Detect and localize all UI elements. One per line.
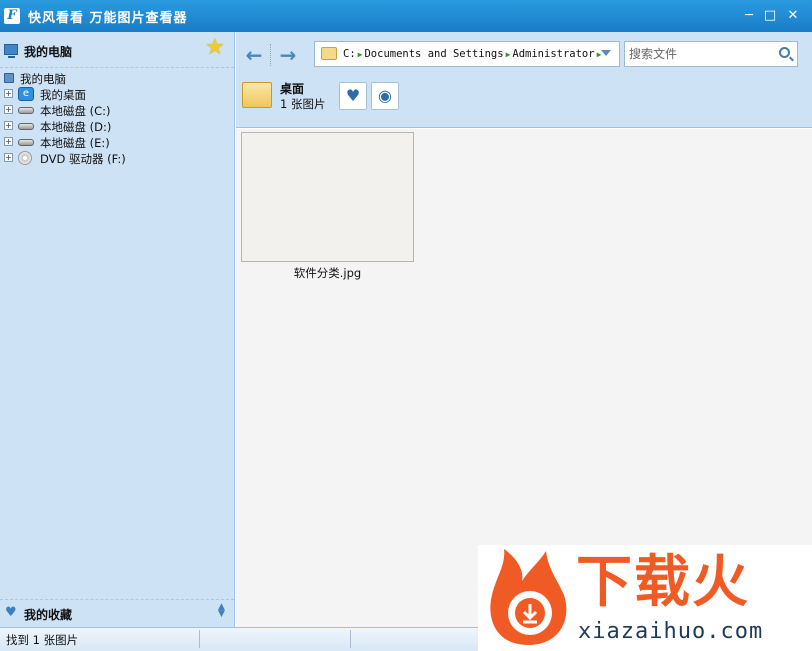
sidebar-header: 我的电脑 ★ [0,32,234,68]
flame-logo-icon [490,549,567,645]
heart-icon: ♥ [345,86,361,105]
status-divider [199,630,200,648]
view-button[interactable]: ◉ [371,82,399,110]
tree-item-label: 本地磁盘 (E:) [40,136,110,150]
breadcrumb-item[interactable]: C: [343,48,356,60]
forward-button[interactable]: → [276,44,300,66]
search-box [624,41,798,67]
computer-icon [4,73,14,83]
add-favorite-button[interactable]: ♥ [339,82,367,110]
breadcrumb-arrow-icon[interactable]: ▶ [506,50,511,59]
watermark: 下载火 xiazaihuo.com [478,545,812,651]
expand-icon[interactable]: + [4,137,13,146]
disk-icon [18,123,34,130]
path-dropdown-icon[interactable] [601,50,611,56]
nav-divider [270,44,271,66]
breadcrumb-item[interactable]: Documents and Settings [364,48,503,60]
current-folder-icon [242,82,272,108]
expand-icon[interactable]: + [4,89,13,98]
toolbar: ← → C: ▶ Documents and Settings ▶ Administra… [236,32,812,128]
title-bar: F 快风看看 万能图片查看器 ─ □ ✕ [0,0,812,32]
desktop-icon: e [18,87,34,101]
star-icon[interactable]: ★ [205,36,225,60]
eye-icon: ◉ [378,86,392,105]
tree-item-label: 我的电脑 [20,72,66,86]
watermark-brand: 下载火 [576,550,750,615]
expand-icon[interactable]: + [4,105,13,114]
thumbnail-filename[interactable]: 软件分类.jpg [241,265,414,281]
image-thumbnail[interactable] [241,132,414,262]
folder-icon [321,47,337,60]
maximize-button[interactable]: □ [763,9,777,23]
status-divider [350,630,351,648]
heart-icon: ♥ [5,605,17,620]
sort-arrows-icon[interactable]: ▲ ▼ [218,603,225,619]
search-icon[interactable] [779,47,790,58]
close-button[interactable]: ✕ [786,9,800,23]
sidebar: 我的电脑 ★ 我的电脑 + e 我的桌面 + 本地磁盘 (C:) + 本地磁盘 … [0,32,235,627]
expand-icon[interactable]: + [4,121,13,130]
breadcrumb-item[interactable]: Administrator [512,48,594,60]
current-folder-name: 桌面 [280,82,305,96]
computer-icon [4,44,18,58]
tree-item-label: 我的桌面 [40,88,86,102]
expand-icon[interactable]: + [4,153,13,162]
search-input[interactable] [629,46,769,62]
minimize-button[interactable]: ─ [742,9,756,23]
watermark-domain: xiazaihuo.com [578,619,764,644]
window-title: 快风看看 万能图片查看器 [28,11,188,26]
disk-icon [18,107,34,114]
back-button[interactable]: ← [242,44,266,66]
dvd-icon [18,151,32,165]
tree-item-label: 本地磁盘 (D:) [40,120,112,134]
favorites-label: 我的收藏 [24,608,73,622]
app-logo-icon: F [4,8,20,24]
favorites-section[interactable]: ♥ 我的收藏 ▲ ▼ [0,599,234,627]
sidebar-header-label: 我的电脑 [24,45,73,59]
tree-item-label: DVD 驱动器 (F:) [40,152,126,166]
current-folder-count: 1 张图片 [280,97,326,111]
tree-item-label: 本地磁盘 (C:) [40,104,111,118]
breadcrumb-arrow-icon[interactable]: ▶ [358,50,363,59]
status-text: 找到 1 张图片 [6,633,79,647]
breadcrumb: C: ▶ Documents and Settings ▶ Administrator ▶ [343,48,603,60]
disk-icon [18,139,34,146]
path-bar[interactable]: C: ▶ Documents and Settings ▶ Administrator ▶ [314,41,620,67]
